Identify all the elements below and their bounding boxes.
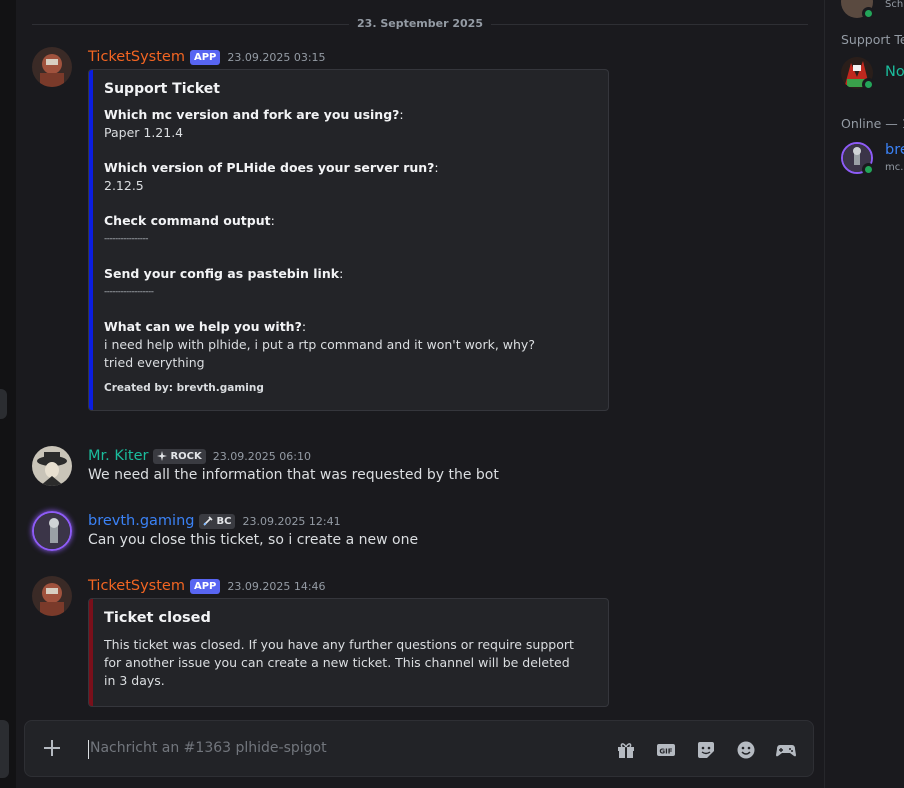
member-item[interactable]: No: [841, 57, 904, 93]
ticketsystem-avatar[interactable]: [32, 576, 72, 616]
field-value: 2.12.5: [104, 178, 144, 193]
member-name: No: [885, 64, 904, 80]
field-value: i need help with plhide, i put a rtp com…: [104, 337, 535, 370]
field-name: Which version of PLHide does your server…: [104, 160, 435, 175]
embed-footer: Created by: brevth.gaming: [104, 382, 264, 394]
author-name[interactable]: brevth.gaming: [88, 513, 194, 529]
timestamp[interactable]: 23.09.2025 14:46: [227, 580, 325, 593]
compass-icon: [157, 451, 168, 461]
date-divider: 23. September 2025: [349, 17, 491, 30]
author-name[interactable]: Mr. Kiter: [88, 448, 148, 464]
gift-icon[interactable]: [615, 739, 637, 761]
app-badge: APP: [189, 49, 221, 65]
message-text: We need all the information that was req…: [88, 467, 499, 483]
text-caret: [88, 740, 89, 759]
field-value: ----------------: [104, 234, 148, 244]
svg-text:GIF: GIF: [659, 748, 672, 756]
author-name[interactable]: TicketSystem: [88, 578, 185, 594]
server-tag[interactable]: ROCK: [153, 448, 206, 464]
activity-icon[interactable]: [775, 739, 797, 761]
gif-icon[interactable]: GIF: [655, 739, 677, 761]
chat-area: 23. September 2025 TicketSystem APP 23.0…: [16, 0, 824, 788]
emoji-icon[interactable]: [735, 739, 757, 761]
embed-title: Ticket closed: [104, 610, 211, 626]
member-name: bre: [885, 142, 904, 158]
online-status: [862, 163, 875, 176]
server-list-edge: [0, 0, 16, 788]
brevth-avatar[interactable]: [32, 511, 72, 551]
field-value: Paper 1.21.4: [104, 125, 184, 140]
message-composer[interactable]: Nachricht an #1363 plhide-spigot GIF: [24, 720, 814, 777]
member-item[interactable]: Sch: [841, 0, 904, 22]
embed-color-bar: [89, 599, 93, 706]
field-name: Check command output: [104, 213, 271, 228]
online-status: [862, 78, 875, 91]
sticker-icon[interactable]: [695, 739, 717, 761]
ticket-closed-embed: Ticket closed This ticket was closed. If…: [88, 598, 609, 707]
field-name: Send your config as pastebin link: [104, 266, 340, 281]
member-subtext: mc.: [885, 162, 904, 173]
ticketsystem-avatar[interactable]: [32, 47, 72, 87]
channel-indicator: [0, 389, 7, 419]
sword-icon: [203, 516, 214, 526]
mr-kiter-avatar[interactable]: [32, 446, 72, 486]
timestamp[interactable]: 23.09.2025 12:41: [242, 515, 340, 528]
support-ticket-embed: Support Ticket Which mc version and fork…: [88, 69, 609, 411]
embed-description: This ticket was closed. If you have any …: [104, 637, 574, 688]
member-list: Sch Support Te No Online — 1 bre mc.: [824, 0, 904, 788]
timestamp[interactable]: 23.09.2025 06:10: [213, 450, 311, 463]
tag-label: BC: [216, 515, 232, 527]
tag-label: ROCK: [170, 450, 202, 462]
plus-icon[interactable]: [41, 737, 63, 759]
member-item[interactable]: bre mc.: [841, 142, 904, 178]
embed-title: Support Ticket: [104, 81, 220, 97]
field-value: ------------------: [104, 287, 154, 297]
embed-field: Check command output: ----------------: [104, 212, 594, 248]
message-text: Can you close this ticket, so i create a…: [88, 532, 419, 548]
section-header-online: Online — 1: [841, 116, 904, 131]
field-name: What can we help you with?: [104, 319, 302, 334]
embed-field: Which version of PLHide does your server…: [104, 159, 594, 195]
user-panel-edge: [0, 720, 9, 778]
section-header-support: Support Te: [841, 32, 904, 47]
online-status: [862, 7, 875, 20]
field-name: Which mc version and fork are you using?: [104, 107, 400, 122]
app-badge: APP: [189, 578, 221, 594]
server-tag[interactable]: BC: [199, 513, 236, 529]
embed-field: Which mc version and fork are you using?…: [104, 106, 594, 142]
embed-field: What can we help you with?: i need help …: [104, 318, 594, 372]
member-subtext: Sch: [885, 0, 904, 10]
embed-field: Send your config as pastebin link: -----…: [104, 265, 594, 301]
author-name[interactable]: TicketSystem: [88, 49, 185, 65]
embed-color-bar: [89, 70, 93, 410]
timestamp[interactable]: 23.09.2025 03:15: [227, 51, 325, 64]
message-input[interactable]: Nachricht an #1363 plhide-spigot: [90, 740, 327, 756]
